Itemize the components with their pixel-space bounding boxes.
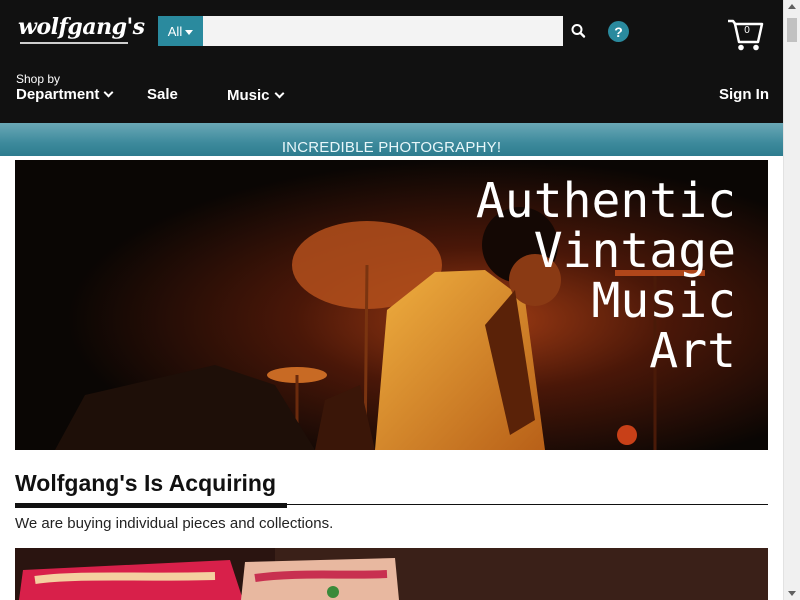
search-category-label: All [167,23,183,39]
sign-in-link[interactable]: Sign In [719,86,769,103]
scroll-up-icon[interactable] [788,4,796,9]
site-logo[interactable]: wolfgang's [18,14,145,40]
chevron-down-icon [103,87,114,98]
promo-banner: INCREDIBLE PHOTOGRAPHY! [0,123,783,156]
nav-shop-by-label: Shop by [16,72,61,86]
nav-music[interactable]: Music [227,87,284,104]
promo-link[interactable]: INCREDIBLE PHOTOGRAPHY! [0,139,783,156]
scroll-thumb[interactable] [787,18,797,42]
search-category-select[interactable]: All [158,16,203,46]
section-title: Wolfgang's Is Acquiring [15,470,277,496]
logo-underline [20,42,128,44]
search-bar: All [158,16,563,46]
nav-music-label: Music [227,87,270,104]
hero-line-3: Music [591,273,737,329]
caret-down-icon [185,29,194,35]
hero-banner[interactable]: Authentic Vintage Music Art [15,160,768,450]
nav-sale[interactable]: Sale [147,86,178,103]
poster-collection-photo [15,548,768,600]
acquiring-image[interactable] [15,548,768,600]
search-button[interactable] [567,20,591,42]
question-icon: ? [614,23,623,40]
search-input[interactable] [203,16,563,46]
section-description: We are buying individual pieces and coll… [15,515,334,532]
vertical-scrollbar[interactable] [783,0,800,600]
hero-line-4: Art [649,323,736,379]
search-icon [571,24,586,38]
site-header: wolfgang's All ? 0 Shop by Department Sa… [0,0,783,123]
cart-count: 0 [744,25,750,36]
nav-department-label: Department [16,86,100,103]
hero-line-1: Authentic [475,173,736,229]
help-button[interactable]: ? [608,21,629,42]
section-divider-accent [15,503,287,508]
scroll-down-icon[interactable] [788,591,796,596]
page: wolfgang's All ? 0 Shop by Department Sa… [0,0,800,600]
nav-department[interactable]: Department [16,86,114,103]
chevron-down-icon [274,88,284,99]
hero-line-2: Vintage [533,223,736,279]
